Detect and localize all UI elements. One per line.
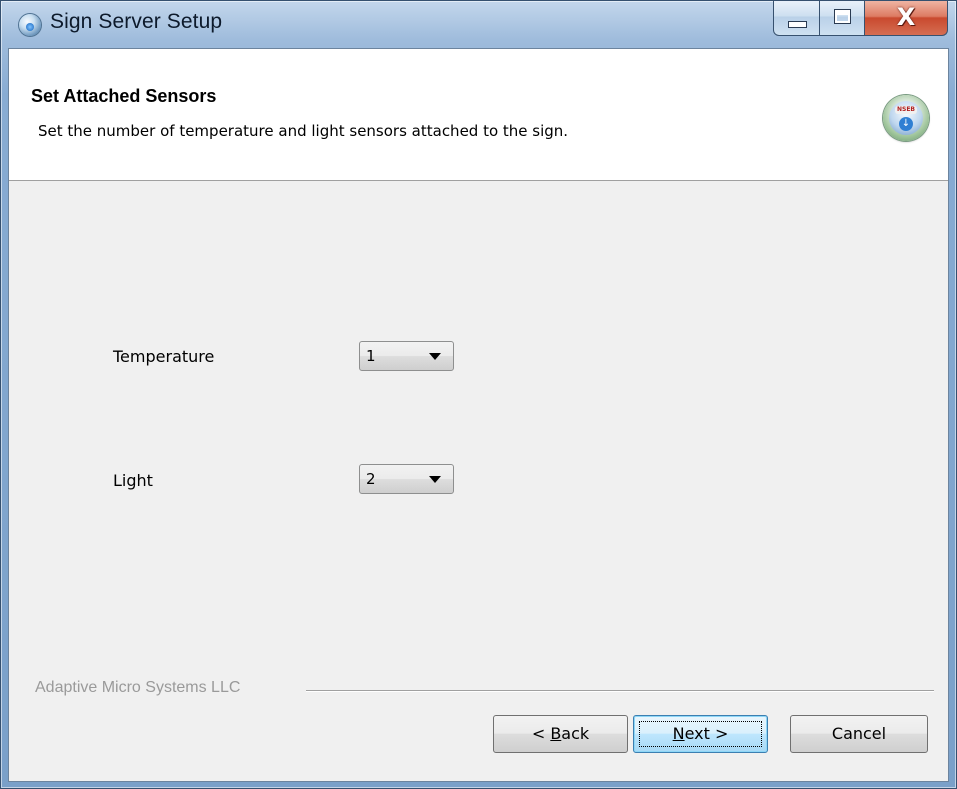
maximize-button[interactable]: [820, 1, 865, 36]
close-button[interactable]: X: [865, 1, 948, 36]
light-value: 2: [366, 470, 376, 488]
caption-buttons: X: [773, 1, 948, 36]
installer-globe-icon: NSEB ↓: [883, 95, 929, 141]
cancel-button[interactable]: Cancel: [790, 715, 928, 753]
next-button[interactable]: Next >: [633, 715, 768, 753]
setup-window: Sign Server Setup X Set Attached Sensors…: [0, 0, 957, 789]
focus-indicator: [639, 721, 762, 747]
wizard-header: Set Attached Sensors Set the number of t…: [9, 49, 948, 181]
temperature-select[interactable]: 1: [359, 341, 454, 371]
page-subtitle: Set the number of temperature and light …: [38, 122, 569, 140]
page-title: Set Attached Sensors: [31, 86, 217, 106]
download-arrow-icon: ↓: [899, 117, 913, 131]
close-icon: X: [896, 3, 916, 31]
title-bar[interactable]: Sign Server Setup X: [0, 0, 957, 48]
temperature-label: Temperature: [113, 347, 215, 366]
back-button-rest: ack: [561, 724, 590, 743]
setup-globe-icon[interactable]: [19, 14, 41, 36]
wizard-page: Set Attached Sensors Set the number of t…: [8, 48, 949, 782]
footer-divider: [306, 690, 934, 692]
chevron-down-icon: [429, 353, 441, 360]
icon-badge: NSEB: [895, 106, 917, 114]
light-select[interactable]: 2: [359, 464, 454, 494]
maximize-icon: [834, 9, 851, 24]
window-title: Sign Server Setup: [50, 10, 223, 33]
light-label: Light: [113, 471, 153, 490]
minimize-button[interactable]: [773, 1, 820, 36]
back-button[interactable]: < Back: [493, 715, 628, 753]
back-button-prefix: <: [531, 724, 551, 743]
back-button-accel: B: [550, 724, 562, 743]
chevron-down-icon: [429, 476, 441, 483]
temperature-value: 1: [366, 347, 376, 365]
company-name: Adaptive Micro Systems LLC: [35, 679, 241, 696]
minimize-icon: [788, 21, 807, 28]
